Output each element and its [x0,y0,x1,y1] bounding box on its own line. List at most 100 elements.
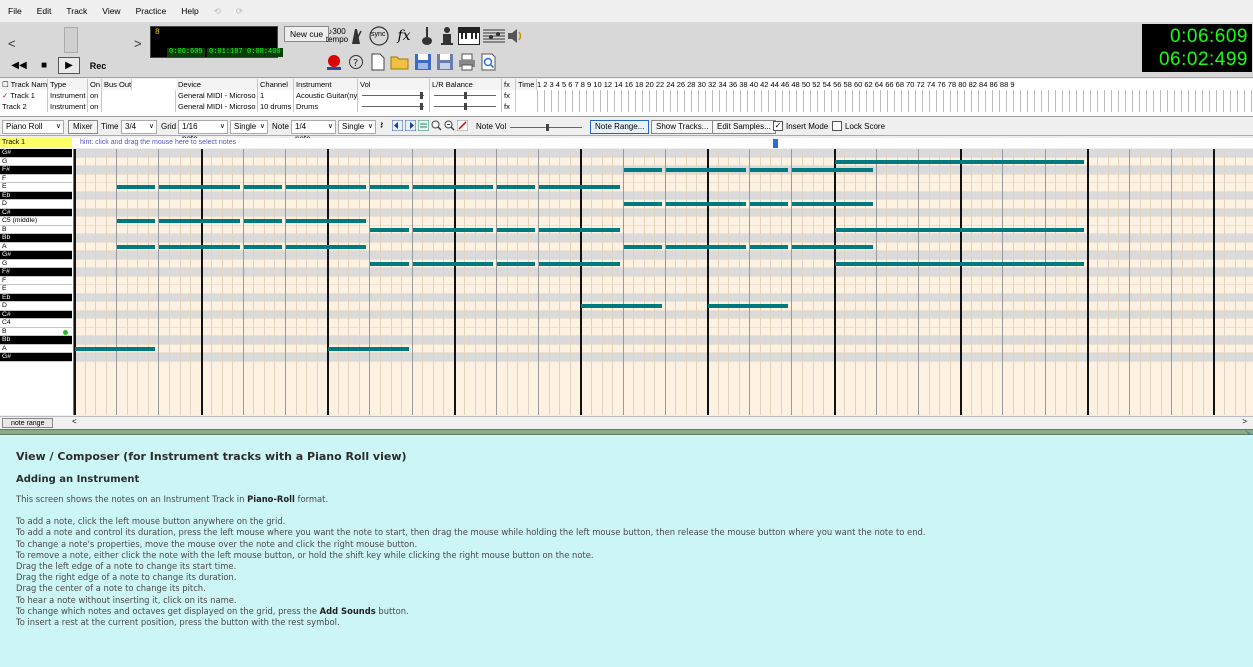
menu-help[interactable]: Help [179,5,200,17]
menu-edit[interactable]: Edit [35,5,54,17]
note[interactable] [243,219,282,224]
col-on[interactable]: On [88,79,102,90]
track-balance-slider[interactable] [430,101,502,112]
piano-key[interactable]: G# [0,353,72,362]
menu-track[interactable]: Track [64,5,89,17]
note[interactable] [412,227,493,232]
col-type[interactable]: Type [48,79,88,90]
print-preview-icon[interactable] [479,52,499,72]
note[interactable] [539,261,620,266]
note[interactable] [117,185,156,190]
scroll-left-button[interactable]: < [72,417,77,426]
piano-key[interactable]: D [0,200,72,209]
rest-symbol-icon[interactable]: 𝄽 [380,120,383,134]
note[interactable] [243,244,282,249]
note[interactable] [159,185,240,190]
col-bus-out[interactable]: Bus Out [102,79,132,90]
cue-prev-button[interactable]: < [8,36,16,51]
track-vol-slider[interactable] [358,101,430,112]
scroll-right-button[interactable]: > [1242,417,1247,426]
note[interactable] [159,219,240,224]
track-channel[interactable]: 10 drums [258,101,294,112]
col-vol[interactable]: Vol [358,79,430,90]
zoom-in-icon[interactable] [431,120,442,134]
piano-key[interactable]: A [0,242,72,251]
record-button[interactable]: Rec [87,57,109,74]
piano-key[interactable]: C4 [0,319,72,328]
note[interactable] [834,159,1084,164]
note[interactable] [370,227,409,232]
piano-key[interactable]: A [0,344,72,353]
record-settings-icon[interactable] [324,52,344,72]
note[interactable] [497,261,536,266]
fx-button[interactable]: fx [394,26,414,46]
note[interactable] [328,346,409,351]
piano-key[interactable]: E [0,285,72,294]
singer-icon[interactable] [437,26,457,46]
keyboard-icon[interactable] [457,26,481,46]
horizontal-scrollbar[interactable]: note range < > [0,416,1253,428]
piano-key[interactable]: D [0,302,72,311]
col-instrument[interactable]: Instrument [294,79,358,90]
timeline-overview[interactable] [537,90,1253,112]
note[interactable] [665,202,747,207]
play-button[interactable]: ▶ [58,57,80,74]
piano-key[interactable]: Eb [0,191,72,200]
score-icon[interactable] [482,26,506,46]
new-file-icon[interactable] [368,52,388,72]
note[interactable] [750,202,789,207]
menu-practice[interactable]: Practice [134,5,169,17]
track-instrument[interactable]: Drums [294,101,358,112]
piano-key[interactable]: G# [0,251,72,260]
col-track-name[interactable]: ☐ Track Name [0,79,48,90]
col-time[interactable]: Time [516,79,537,90]
note[interactable] [581,304,662,309]
note[interactable] [792,244,873,249]
guitar-icon[interactable] [417,26,437,46]
note-vol-slider[interactable] [510,120,582,134]
mixer-button[interactable]: Mixer [68,120,98,134]
show-tracks-button[interactable]: Show Tracks... [651,120,714,134]
track-instrument[interactable]: Acoustic Guitar(ny [294,90,358,101]
note[interactable] [412,261,493,266]
note[interactable] [665,168,747,173]
note[interactable] [834,261,1084,266]
playhead-marker[interactable] [773,139,778,148]
lock-score-checkbox[interactable] [832,121,842,131]
note-length-select[interactable]: 1/4 note∨ [291,120,336,143]
align-icon[interactable] [417,119,430,134]
piano-key[interactable]: G# [0,149,72,158]
note[interactable] [117,219,156,224]
track-vol-slider[interactable] [358,90,430,101]
help-icon[interactable]: ? [346,52,366,72]
track-bus-out[interactable] [102,101,176,112]
rewind-button[interactable]: ◀◀ [8,57,30,74]
note[interactable] [286,185,367,190]
note[interactable] [750,244,789,249]
track-name-cell[interactable]: ✓ Track 1 [0,90,48,101]
track-balance-slider[interactable] [430,90,502,101]
move-left-icon[interactable] [391,119,404,134]
selection-strip[interactable]: Track 1 hint: click and drag the mouse h… [0,138,1253,148]
piano-key[interactable]: B [0,327,72,336]
view-select[interactable]: Piano Roll ∨ [2,120,64,134]
note[interactable] [370,261,409,266]
note[interactable] [539,227,620,232]
note[interactable] [412,185,493,190]
track-device[interactable]: General MIDI - Microso [176,90,258,101]
piano-key[interactable]: G [0,157,72,166]
track-armed-check[interactable]: ✓ [2,91,8,100]
col-fx[interactable]: fx [502,79,516,90]
zoom-out-icon[interactable] [444,120,455,134]
piano-key[interactable]: B [0,225,72,234]
menu-view[interactable]: View [100,5,122,17]
sync-button[interactable]: sync [368,25,390,47]
note[interactable] [286,244,367,249]
note[interactable] [623,202,662,207]
track-device[interactable]: General MIDI - Microso [176,101,258,112]
piano-key[interactable]: E [0,183,72,192]
note[interactable] [159,244,240,249]
piano-key[interactable]: F [0,174,72,183]
note[interactable] [708,304,789,309]
grid-mode-select[interactable]: Single ∨ [230,120,268,134]
